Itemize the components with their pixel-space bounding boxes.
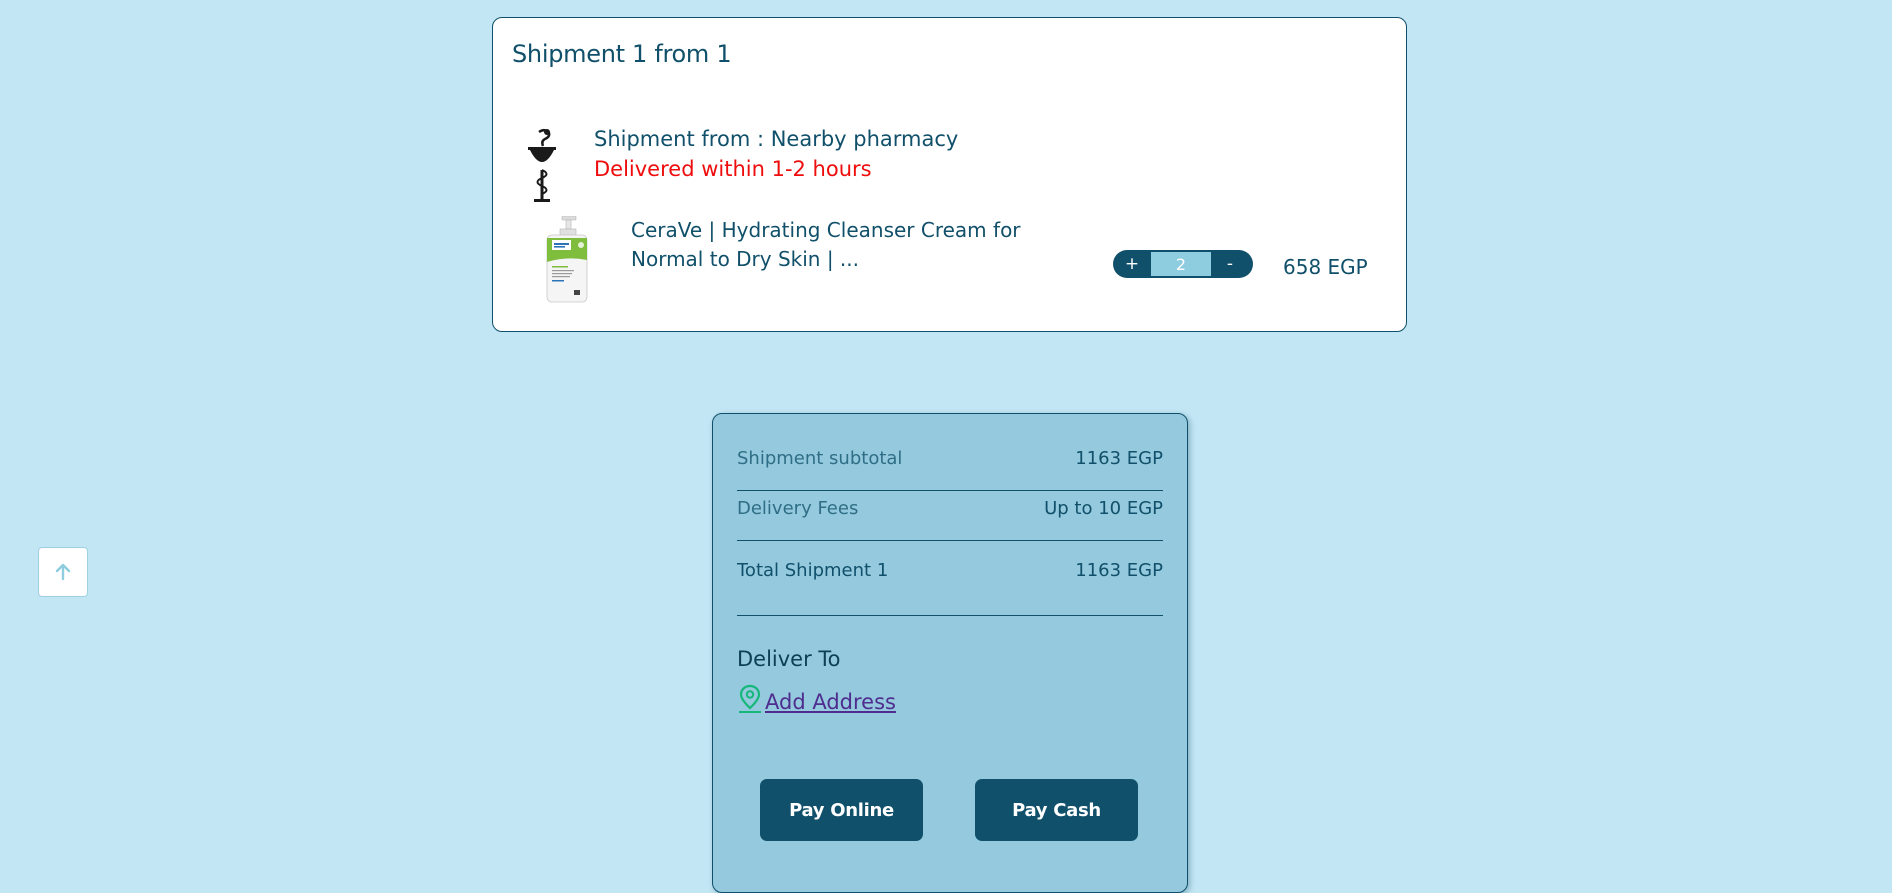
- subtotal-label: Shipment subtotal: [737, 448, 903, 469]
- deliver-to-heading: Deliver To: [737, 647, 841, 671]
- product-image[interactable]: [541, 215, 589, 304]
- pay-cash-button[interactable]: Pay Cash: [975, 779, 1138, 841]
- shipment-source: Shipment from : Nearby pharmacy: [594, 127, 959, 151]
- quantity-input[interactable]: [1151, 252, 1211, 276]
- product-name[interactable]: CeraVe | Hydrating Cleanser Cream for No…: [631, 216, 1091, 274]
- delivery-fees-label: Delivery Fees: [737, 498, 859, 519]
- delivery-time: Delivered within 1-2 hours: [594, 157, 872, 181]
- total-label: Total Shipment 1: [737, 560, 889, 581]
- shipment-card: Shipment 1 from 1 Shipment from : Nearby…: [492, 17, 1407, 332]
- address-row: Add Address: [737, 684, 896, 714]
- location-pin-icon: [739, 684, 761, 713]
- pay-online-button[interactable]: Pay Online: [760, 779, 923, 841]
- add-address-link[interactable]: Add Address: [765, 690, 896, 714]
- delivery-fees-row: Delivery Fees Up to 10 EGP: [737, 498, 1163, 519]
- decrease-quantity-button[interactable]: -: [1211, 250, 1249, 278]
- divider: [737, 540, 1163, 541]
- total-value: 1163 EGP: [1075, 560, 1163, 581]
- total-row: Total Shipment 1 1163 EGP: [737, 560, 1163, 581]
- delivery-fees-value: Up to 10 EGP: [1044, 498, 1163, 519]
- subtotal-row: Shipment subtotal 1163 EGP: [737, 448, 1163, 469]
- item-price: 658 EGP: [1283, 255, 1368, 279]
- subtotal-value: 1163 EGP: [1075, 448, 1163, 469]
- arrow-up-icon: [55, 563, 71, 581]
- scroll-to-top-button[interactable]: [38, 547, 88, 597]
- increase-quantity-button[interactable]: +: [1113, 250, 1151, 278]
- pharmacy-icon: [525, 124, 559, 204]
- divider: [737, 615, 1163, 616]
- quantity-stepper: + -: [1113, 250, 1253, 278]
- divider: [737, 490, 1163, 491]
- shipment-title: Shipment 1 from 1: [512, 40, 732, 68]
- order-summary: Shipment subtotal 1163 EGP Delivery Fees…: [712, 413, 1188, 893]
